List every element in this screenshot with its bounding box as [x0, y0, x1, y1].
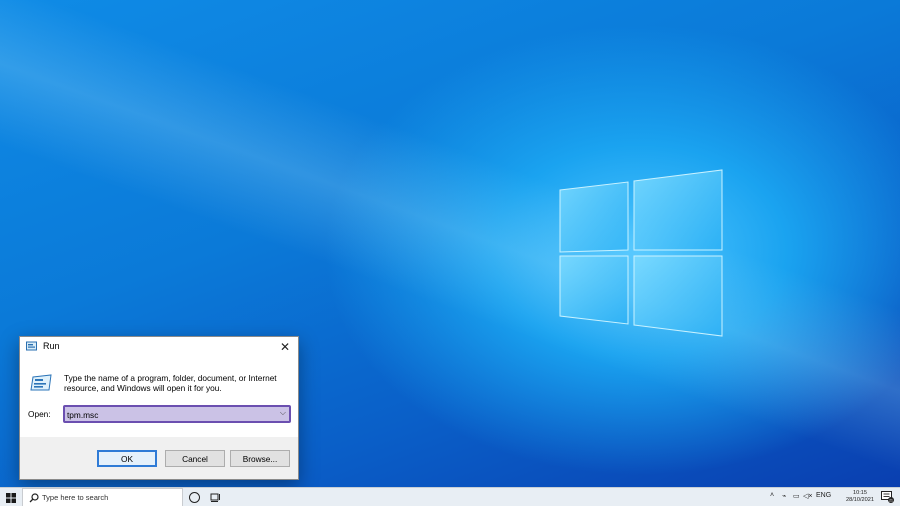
dialog-title: Run: [43, 341, 60, 351]
clock-date: 28/10/2021: [846, 497, 874, 503]
run-dialog: Run ✕ Type the name of a program, folder…: [19, 336, 299, 480]
windows-logo-wallpaper: [556, 168, 726, 338]
chevron-down-icon[interactable]: ⌵: [280, 408, 286, 418]
close-button[interactable]: ✕: [272, 337, 298, 357]
action-center-icon[interactable]: ▭: [793, 492, 800, 500]
clock[interactable]: 10:15 28/10/2021: [846, 490, 874, 504]
browse-button[interactable]: Browse...: [230, 450, 290, 467]
cortana-icon[interactable]: [189, 492, 200, 503]
dialog-description: Type the name of a program, folder, docu…: [64, 373, 277, 393]
taskbar: Type here to search ˄ ⌁ ▭ ◁× ENG 10:15 2…: [0, 487, 900, 506]
close-icon: ✕: [279, 340, 291, 354]
open-input[interactable]: [67, 408, 267, 421]
title-bar[interactable]: Run ✕: [20, 337, 298, 357]
run-program-icon: [30, 374, 52, 391]
network-icon[interactable]: ⌁: [782, 492, 786, 500]
volume-icon[interactable]: ◁×: [803, 492, 812, 500]
search-placeholder: Type here to search: [42, 493, 109, 502]
chevron-up-icon[interactable]: ˄: [770, 492, 774, 499]
windows-start-icon: [6, 492, 16, 503]
ok-button[interactable]: OK: [97, 450, 157, 467]
open-combobox[interactable]: ⌵: [63, 405, 291, 423]
task-view-icon[interactable]: [210, 492, 222, 503]
button-strip: OK Cancel Browse...: [20, 437, 298, 479]
taskbar-search-box[interactable]: Type here to search: [22, 488, 183, 506]
start-button[interactable]: [0, 488, 22, 506]
cancel-button[interactable]: Cancel: [165, 450, 225, 467]
run-icon: [26, 341, 37, 351]
open-label: Open:: [28, 409, 51, 419]
language-indicator[interactable]: ENG: [816, 492, 831, 499]
search-icon: [29, 493, 39, 503]
notification-icon[interactable]: 21: [881, 491, 894, 503]
clock-time: 10:15: [853, 490, 867, 496]
notification-count: 21: [889, 499, 893, 503]
system-tray: ˄ ⌁ ▭ ◁× ENG 10:15 28/10/2021 21: [770, 488, 900, 506]
